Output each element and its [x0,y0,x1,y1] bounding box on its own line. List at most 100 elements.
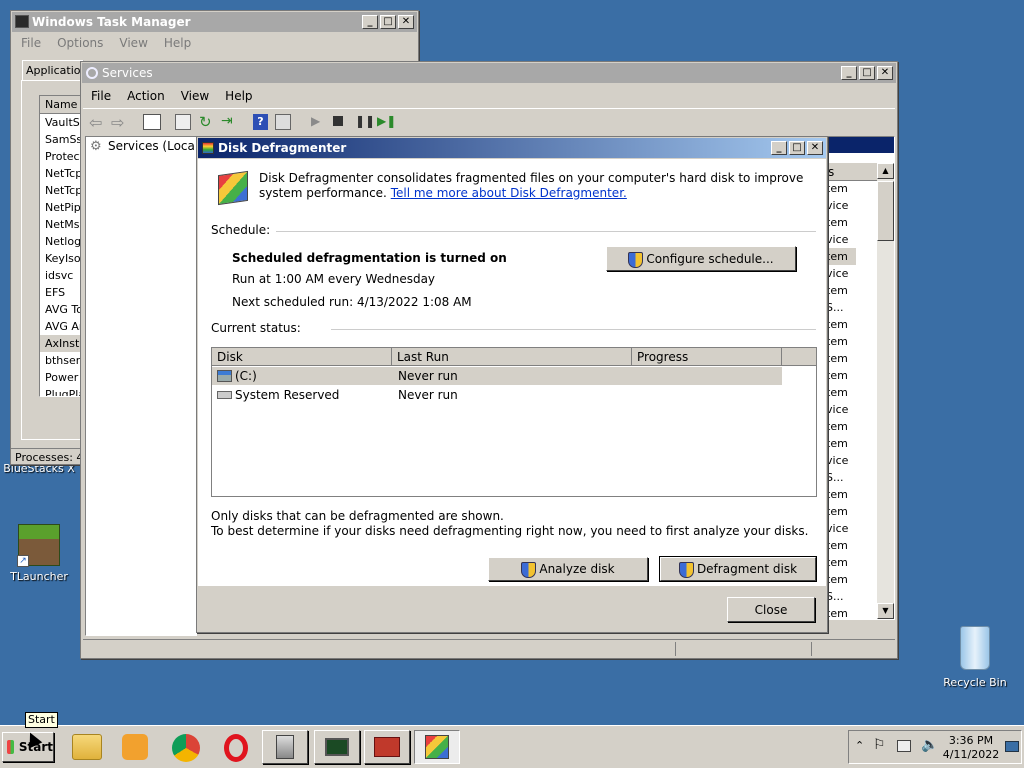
service-row[interactable]: vice [826,452,856,469]
forward-arrow-icon[interactable]: ⇨ [111,113,124,132]
play-icon[interactable]: ▶ [311,114,320,128]
close-button[interactable]: ✕ [398,15,414,29]
column-disk-label: Disk [217,350,243,364]
desktop-icon-tlauncher[interactable]: ↗ TLauncher [2,524,76,583]
minimize-button[interactable]: _ [771,141,787,155]
note-analyze-first: To best determine if your disks need def… [211,524,809,538]
service-row[interactable]: tem [826,554,856,571]
service-row[interactable]: S... [826,588,856,605]
flag-icon[interactable]: ⚐ [873,737,886,753]
service-row[interactable]: tem [826,180,856,197]
scroll-up-button[interactable]: ▲ [877,163,894,179]
minimize-button[interactable]: _ [841,66,857,80]
vertical-scrollbar[interactable]: ▲ ▼ [877,163,894,619]
network-icon[interactable] [897,740,911,752]
view-icon[interactable] [275,114,291,130]
tree-item-services-local[interactable]: Services (Local) [108,139,203,153]
column-last-run[interactable]: Last Run [392,348,632,366]
menu-help[interactable]: Help [217,89,260,103]
close-dialog-button[interactable]: Close [727,597,815,622]
uac-shield-icon [678,562,694,578]
service-row[interactable]: tem [826,248,856,265]
defragment-disk-button[interactable]: Defragment disk [659,556,817,582]
service-row[interactable]: vice [826,520,856,537]
disk-list[interactable]: Disk Last Run Progress (C:) Never run Sy… [211,347,817,497]
services-titlebar[interactable]: Services _ □ ✕ [82,63,896,83]
taskbar-toolbox-button[interactable] [364,730,410,764]
current-status-divider [331,329,816,330]
service-row[interactable]: vice [826,197,856,214]
start-tooltip: Start [25,712,58,728]
desktop-icon-recycle-bin[interactable]: Recycle Bin [938,626,1012,689]
media-player-icon[interactable] [122,734,148,760]
service-row[interactable]: tem [826,503,856,520]
column-progress[interactable]: Progress [632,348,782,366]
service-row[interactable]: tem [826,316,856,333]
opera-icon[interactable] [224,734,248,762]
show-hidden-icons-icon[interactable]: ⌃ [855,739,864,752]
properties-icon[interactable] [175,114,191,130]
pause-icon[interactable]: ❚❚ [355,114,375,128]
menu-options[interactable]: Options [49,36,111,50]
menu-file[interactable]: File [83,89,119,103]
column-disk[interactable]: Disk [212,348,392,366]
disk-row[interactable]: System Reserved Never run [212,386,782,404]
scroll-down-button[interactable]: ▼ [877,603,894,619]
chrome-icon[interactable] [172,734,200,762]
service-row[interactable]: vice [826,231,856,248]
close-button[interactable]: ✕ [807,141,823,155]
refresh-icon[interactable]: ↻ [199,113,212,131]
taskbar-monitor-button[interactable] [314,730,360,764]
service-row[interactable]: tem [826,333,856,350]
menu-help[interactable]: Help [156,36,199,50]
service-row[interactable]: tem [826,605,856,619]
back-arrow-icon[interactable]: ⇦ [89,113,102,132]
file-explorer-icon[interactable] [72,734,102,760]
service-row[interactable]: vice [826,265,856,282]
task-manager-titlebar[interactable]: Windows Task Manager _ □ ✕ [12,12,417,32]
disk-defragmenter-window[interactable]: Disk Defragmenter _ □ ✕ Disk Defragmente… [196,136,828,633]
maximize-button[interactable]: □ [380,15,396,29]
taskbar-defrag-button[interactable] [414,730,460,764]
defrag-titlebar[interactable]: Disk Defragmenter _ □ ✕ [198,138,826,158]
menu-file[interactable]: File [13,36,49,50]
task-manager-status: Processes: 46 [11,448,81,465]
service-row[interactable]: tem [826,435,856,452]
service-row[interactable]: tem [826,214,856,231]
service-row[interactable]: tem [826,418,856,435]
menu-view[interactable]: View [111,36,155,50]
restart-icon[interactable]: ▶❚ [377,114,396,128]
configure-schedule-button[interactable]: Configure schedule... [606,246,796,271]
menu-action[interactable]: Action [119,89,173,103]
service-row[interactable]: tem [826,384,856,401]
volume-icon[interactable]: 🔈 [921,737,938,753]
menu-view[interactable]: View [173,89,217,103]
maximize-button[interactable]: □ [789,141,805,155]
service-row[interactable]: vice [826,401,856,418]
service-row[interactable]: tem [826,350,856,367]
show-hide-tree-icon[interactable] [143,114,161,130]
help-icon[interactable]: ? [253,114,268,130]
disk-row[interactable]: (C:) Never run [212,367,782,385]
services-tree-pane[interactable]: ⚙ Services (Local) [85,136,203,636]
service-row[interactable]: tem [826,367,856,384]
show-desktop-icon[interactable] [1005,741,1019,752]
maximize-button[interactable]: □ [859,66,875,80]
tab-applications[interactable]: Applications [22,60,84,80]
analyze-disk-button[interactable]: Analyze disk [488,557,648,581]
service-row[interactable]: S... [826,299,856,316]
stop-icon[interactable] [333,116,343,126]
recycle-bin-icon [960,626,990,670]
service-row[interactable]: tem [826,571,856,588]
service-row[interactable]: tem [826,282,856,299]
minimize-button[interactable]: _ [362,15,378,29]
learn-more-link[interactable]: Tell me more about Disk Defragmenter. [391,186,627,200]
close-button[interactable]: ✕ [877,66,893,80]
taskbar-task-manager-button[interactable] [262,730,308,764]
service-row[interactable]: tem [826,486,856,503]
service-row[interactable]: tem [826,537,856,554]
clock[interactable]: 3:36 PM 4/11/2022 [941,734,1001,762]
export-list-icon[interactable]: ⇥ [221,113,233,129]
scroll-thumb[interactable] [877,181,894,241]
service-row[interactable]: S... [826,469,856,486]
